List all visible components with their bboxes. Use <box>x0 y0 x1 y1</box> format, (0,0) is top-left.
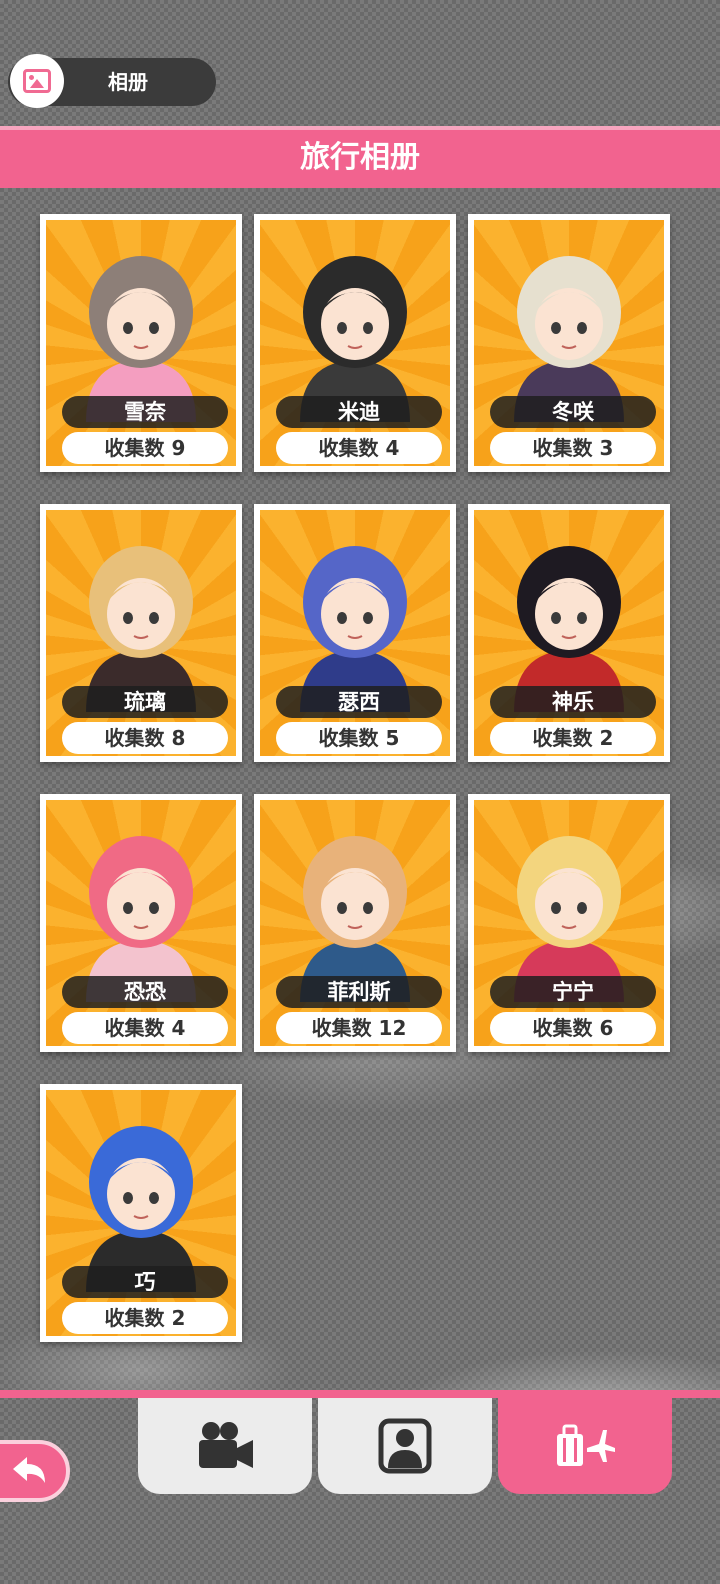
tab-character[interactable] <box>318 1398 492 1494</box>
character-card[interactable]: 米迪收集数 4 <box>254 214 456 472</box>
character-card[interactable]: 神乐收集数 2 <box>468 504 670 762</box>
character-name: 宁宁 <box>490 976 656 1008</box>
character-card-art: 巧收集数 2 <box>46 1090 236 1336</box>
character-card-art: 雪奈收集数 9 <box>46 220 236 466</box>
character-card[interactable]: 瑟西收集数 5 <box>254 504 456 762</box>
character-card-art: 琉璃收集数 8 <box>46 510 236 756</box>
character-name: 冬咲 <box>490 396 656 428</box>
tab-travel[interactable] <box>498 1398 672 1494</box>
character-portrait <box>300 256 410 422</box>
character-card[interactable]: 冬咲收集数 3 <box>468 214 670 472</box>
character-portrait <box>514 256 624 422</box>
photo-album-icon <box>23 69 51 93</box>
collection-count: 收集数 8 <box>62 722 228 754</box>
collection-count: 收集数 2 <box>62 1302 228 1334</box>
tab-video[interactable] <box>138 1398 312 1494</box>
back-arrow-icon <box>13 1457 45 1483</box>
character-card-art: 恐恐收集数 4 <box>46 800 236 1046</box>
character-card-art: 冬咲收集数 3 <box>474 220 664 466</box>
character-name: 米迪 <box>276 396 442 428</box>
collection-count: 收集数 4 <box>62 1012 228 1044</box>
video-camera-icon <box>199 1422 253 1468</box>
character-card-art: 瑟西收集数 5 <box>260 510 450 756</box>
collection-count: 收集数 4 <box>276 432 442 464</box>
character-name: 雪奈 <box>62 396 228 428</box>
character-card[interactable]: 菲利斯收集数 12 <box>254 794 456 1052</box>
character-card-art: 神乐收集数 2 <box>474 510 664 756</box>
character-portrait <box>86 546 196 712</box>
page-title: 旅行相册 <box>0 126 720 188</box>
character-card-art: 菲利斯收集数 12 <box>260 800 450 1046</box>
bottom-nav-divider <box>0 1390 720 1398</box>
character-name: 琉璃 <box>62 686 228 718</box>
collection-count: 收集数 6 <box>490 1012 656 1044</box>
back-button[interactable] <box>0 1440 70 1502</box>
character-portrait <box>514 836 624 1002</box>
character-card[interactable]: 雪奈收集数 9 <box>40 214 242 472</box>
character-name: 神乐 <box>490 686 656 718</box>
character-portrait <box>514 546 624 712</box>
collection-count: 收集数 5 <box>276 722 442 754</box>
character-portrait <box>300 546 410 712</box>
album-icon-button[interactable] <box>10 54 64 108</box>
character-card[interactable]: 恐恐收集数 4 <box>40 794 242 1052</box>
collection-count: 收集数 2 <box>490 722 656 754</box>
character-name: 恐恐 <box>62 976 228 1008</box>
collection-count: 收集数 12 <box>276 1012 442 1044</box>
album-label: 相册 <box>108 70 148 94</box>
character-card[interactable]: 巧收集数 2 <box>40 1084 242 1342</box>
character-name: 瑟西 <box>276 686 442 718</box>
travel-luggage-plane-icon <box>557 1424 615 1466</box>
collection-count: 收集数 3 <box>490 432 656 464</box>
character-card-art: 米迪收集数 4 <box>260 220 450 466</box>
character-portrait <box>300 836 410 1002</box>
character-name: 菲利斯 <box>276 976 442 1008</box>
character-card[interactable]: 宁宁收集数 6 <box>468 794 670 1052</box>
character-portrait-icon <box>378 1418 432 1474</box>
character-card-art: 宁宁收集数 6 <box>474 800 664 1046</box>
character-name: 巧 <box>62 1266 228 1298</box>
character-portrait <box>86 1126 196 1292</box>
character-portrait <box>86 836 196 1002</box>
character-portrait <box>86 256 196 422</box>
character-card[interactable]: 琉璃收集数 8 <box>40 504 242 762</box>
collection-count: 收集数 9 <box>62 432 228 464</box>
